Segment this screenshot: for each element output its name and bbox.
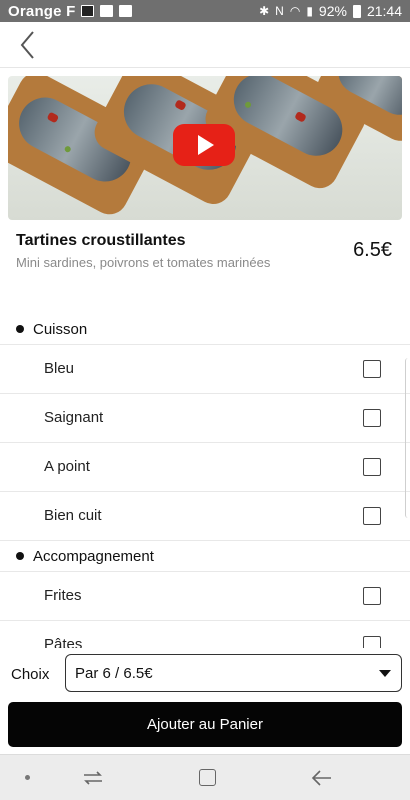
section-title: Cuisson [33,320,88,338]
checkbox[interactable] [363,636,381,648]
clock: 21:44 [366,3,402,19]
checkbox[interactable] [363,458,381,476]
bullet-icon [16,552,24,560]
battery-icon [352,4,361,18]
product-video-thumbnail[interactable] [8,76,402,220]
nfc-icon: N [275,4,284,18]
option-row-frites[interactable]: Frites [0,571,410,620]
youtube-play-button[interactable] [173,124,235,166]
option-row-pates[interactable]: Pâtes [0,620,410,648]
option-row-bien-cuit[interactable]: Bien cuit [0,491,410,540]
section-divider [0,540,410,541]
home-icon[interactable] [199,769,216,786]
app-header [0,22,410,68]
choice-selected-value: Par 6 / 6.5€ [75,665,153,682]
signal-icon: ▮ [306,4,313,18]
option-label: A point [44,458,90,475]
status-right: ✱ N ◠ ▮ 92% 21:44 [259,3,402,19]
option-label: Frites [44,587,82,604]
scroll-indicator[interactable] [405,358,410,518]
product-price: 6.5€ [353,239,392,261]
status-bar: Orange F ✱ N ◠ ▮ 92% 21:44 [0,0,410,22]
option-row-a-point[interactable]: A point [0,442,410,491]
back-arrow-icon[interactable] [310,768,334,788]
add-to-cart-button[interactable]: Ajouter au Panier [8,702,402,747]
option-label: Saignant [44,409,104,426]
section-header-accompagnement: Accompagnement [16,546,154,566]
image-notification-icon [119,5,133,17]
shield-notification-icon [100,5,114,17]
checkbox[interactable] [363,507,381,525]
option-label: Bleu [44,360,75,377]
notification-app-icon [81,5,95,17]
youtube-play-icon [198,135,214,155]
checkbox[interactable] [363,587,381,605]
bullet-icon [16,325,24,333]
choice-dropdown[interactable]: Par 6 / 6.5€ [65,654,402,692]
option-row-saignant[interactable]: Saignant [0,393,410,442]
back-button[interactable] [14,28,44,62]
choice-label: Choix [11,666,50,683]
product-detail-scroll[interactable]: Tartines croustillantes Mini sardines, p… [0,68,410,648]
bluetooth-icon: ✱ [259,4,270,18]
option-label: Pâtes [44,636,83,648]
status-left: Orange F [8,3,259,20]
wifi-icon: ◠ [289,4,301,18]
battery-percent: 92% [318,3,347,19]
option-label: Bien cuit [44,507,102,524]
carrier-name: Orange F [8,2,76,20]
product-title: Tartines croustillantes [16,232,186,249]
recent-apps-icon[interactable] [82,770,104,786]
order-panel: Choix Par 6 / 6.5€ Ajouter au Panier [0,648,410,754]
product-description: Mini sardines, poivrons et tomates marin… [16,255,271,270]
chevron-left-icon [20,31,34,59]
caret-down-icon [379,670,391,677]
section-header-cuisson: Cuisson [16,319,87,339]
checkbox[interactable] [363,360,381,378]
option-row-bleu[interactable]: Bleu [0,344,410,393]
system-nav-bar [0,754,410,800]
dot-icon[interactable] [25,775,30,780]
checkbox[interactable] [363,409,381,427]
add-to-cart-label: Ajouter au Panier [147,716,263,733]
section-title: Accompagnement [33,547,154,565]
